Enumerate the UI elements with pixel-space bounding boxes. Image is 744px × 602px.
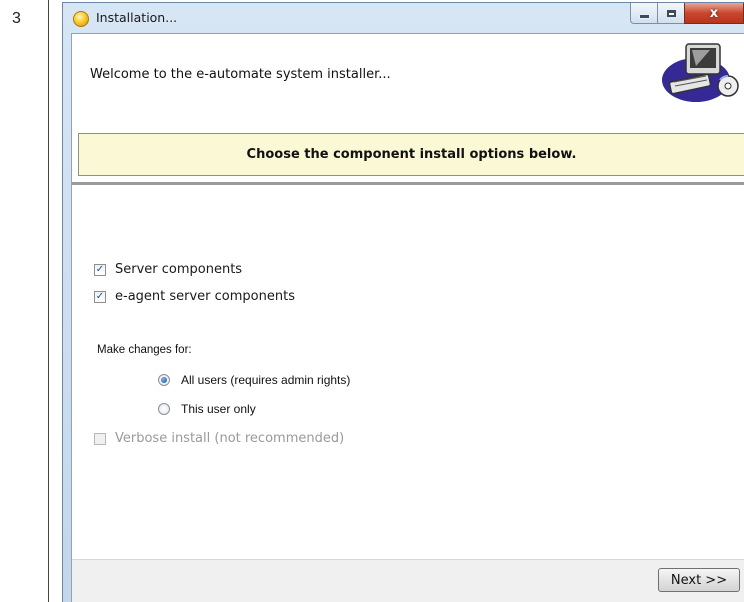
verbose-install-option[interactable]: Verbose install (not recommended) <box>94 431 344 446</box>
server-components-option[interactable]: ✓ Server components <box>94 262 242 277</box>
verbose-install-label: Verbose install (not recommended) <box>115 431 345 446</box>
this-user-option[interactable]: This user only <box>158 402 256 416</box>
app-icon <box>73 11 89 27</box>
title-bar[interactable]: Installation... x <box>63 3 744 33</box>
maximize-button[interactable] <box>657 3 685 24</box>
make-changes-label: Make changes for: <box>97 344 192 356</box>
close-button[interactable]: x <box>684 3 744 24</box>
e-agent-components-label: e-agent server components <box>115 289 295 304</box>
dialog-footer: Next >> <box>72 559 744 602</box>
verbose-install-checkbox[interactable] <box>94 432 106 445</box>
minimize-button[interactable] <box>630 3 658 24</box>
welcome-text: Welcome to the e-automate system install… <box>90 67 391 82</box>
computer-cd-icon <box>662 43 739 102</box>
all-users-label: All users (requires admin rights) <box>181 373 351 387</box>
maximize-icon <box>666 9 676 17</box>
page-margin-line <box>48 0 49 602</box>
this-user-radio[interactable] <box>158 403 170 415</box>
server-components-checkbox[interactable]: ✓ <box>94 263 106 276</box>
installer-window: Installation... x Welcome to the e-autom… <box>62 2 744 602</box>
next-button[interactable]: Next >> <box>658 568 740 592</box>
step-number: 3 <box>12 10 21 27</box>
all-users-radio[interactable] <box>158 374 170 386</box>
e-agent-components-option[interactable]: ✓ e-agent server components <box>94 289 295 304</box>
this-user-label: This user only <box>181 402 256 416</box>
window-title: Installation... <box>96 10 178 25</box>
close-icon: x <box>709 5 719 21</box>
all-users-option[interactable]: All users (requires admin rights) <box>158 373 350 387</box>
dialog-body: Welcome to the e-automate system install… <box>71 33 744 602</box>
e-agent-components-checkbox[interactable]: ✓ <box>94 290 106 303</box>
minimize-icon <box>638 13 650 19</box>
installer-header: Welcome to the e-automate system install… <box>72 34 744 104</box>
divider <box>72 182 744 185</box>
banner-text: Choose the component install options bel… <box>246 147 577 162</box>
instructions-banner: Choose the component install options bel… <box>78 133 744 176</box>
server-components-label: Server components <box>115 262 243 277</box>
